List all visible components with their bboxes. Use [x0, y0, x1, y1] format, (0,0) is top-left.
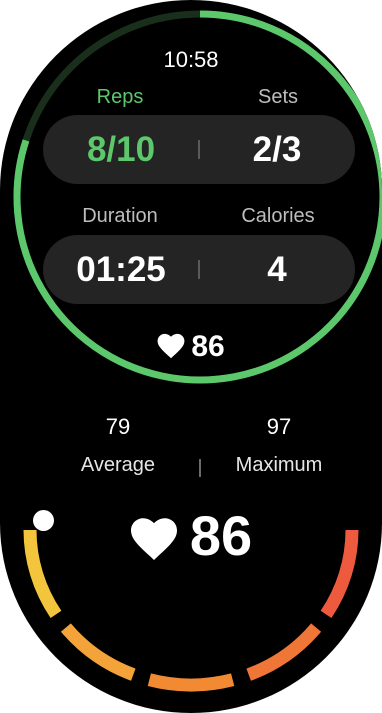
- heart-rate-value: 86: [191, 330, 225, 363]
- heart-rate-zone-4: [246, 623, 322, 681]
- maximum-label: Maximum: [235, 454, 323, 476]
- calories-label: Calories: [241, 205, 315, 227]
- duration-label: Duration: [82, 205, 158, 227]
- average-label: Average: [80, 454, 156, 476]
- heart-rate-summary[interactable]: 86: [0, 330, 382, 364]
- sets-label: Sets: [257, 86, 299, 108]
- reps-sets-card[interactable]: 8/10 2/3: [43, 115, 355, 184]
- divider: [199, 459, 201, 477]
- clock-time: 10:58: [163, 47, 219, 72]
- sets-value: 2/3: [252, 130, 302, 169]
- heart-icon: [130, 518, 177, 560]
- heart-rate-current: 86: [0, 503, 382, 568]
- duration-calories-card[interactable]: 01:25 4: [43, 235, 355, 304]
- heart-rate-zone-2: [60, 623, 136, 681]
- heart-rate-current-value: 86: [189, 504, 253, 567]
- duration-value: 01:25: [76, 250, 166, 289]
- maximum-value: 97: [266, 414, 292, 439]
- calories-value: 4: [267, 250, 287, 289]
- watch-screen: 10:58 Reps Sets 8/10 2/3 Duration Calori…: [0, 0, 382, 713]
- reps-value: 8/10: [86, 130, 156, 169]
- heart-rate-zone-3: [147, 673, 235, 692]
- average-value: 79: [105, 414, 131, 439]
- heart-icon: [157, 333, 185, 359]
- reps-label: Reps: [96, 86, 144, 108]
